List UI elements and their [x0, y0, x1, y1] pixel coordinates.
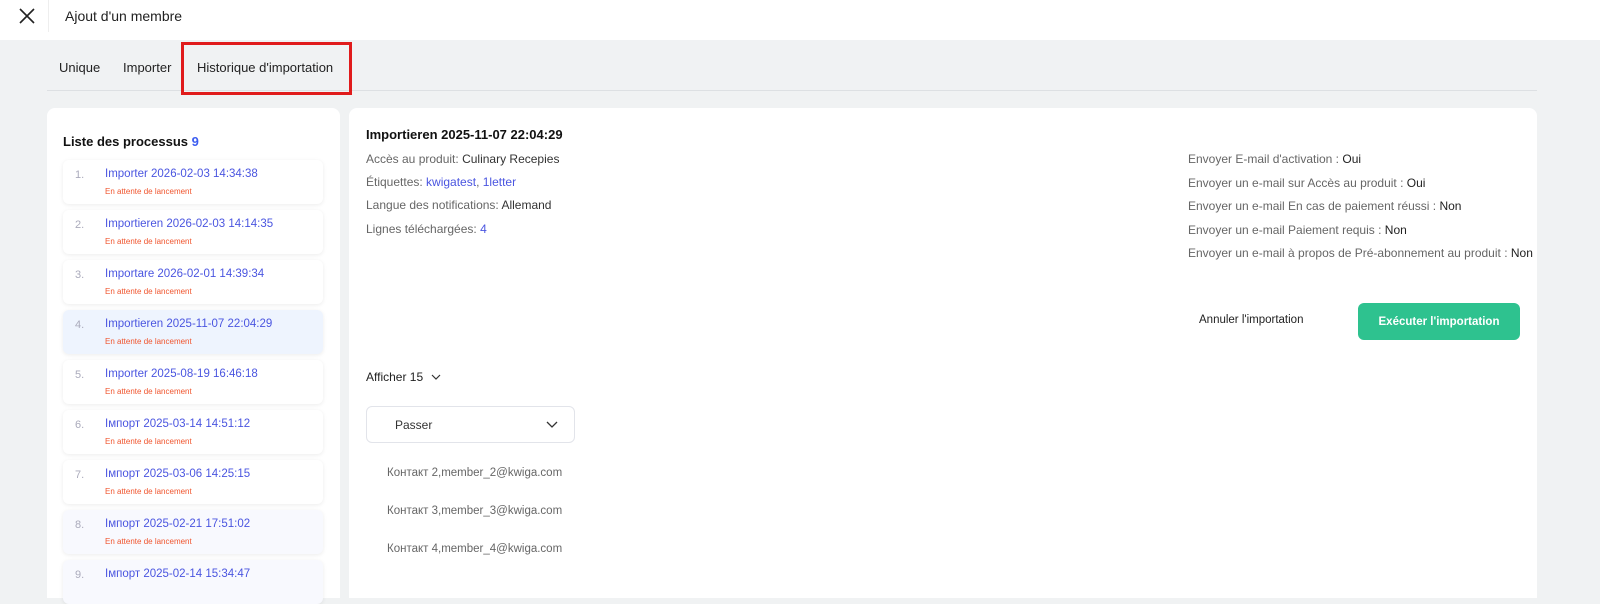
item-number: 9. [75, 569, 85, 581]
item-number: 6. [75, 419, 85, 431]
email-setting: Envoyer un e-mail à propos de Pré-abonne… [1188, 246, 1533, 260]
item-number: 5. [75, 369, 85, 381]
process-item[interactable]: 2. Importieren 2026-02-03 14:14:35 En atte… [63, 210, 323, 254]
per-page-label: Afficher 15 [366, 370, 424, 384]
select-value: Passer [395, 418, 433, 432]
value: 4 [480, 222, 487, 236]
item-status: En attente de lancement [105, 187, 192, 196]
highlight-box [181, 42, 352, 95]
product-access: Accès au produit: Culinary Recepies [366, 152, 559, 166]
setting-value: Oui [1342, 152, 1362, 166]
tab-unique[interactable]: Unique [59, 60, 100, 75]
process-item[interactable]: 6. Імпорт 2025-03-14 14:51:12 En attente d… [63, 410, 323, 454]
item-status: En attente de lancement [105, 287, 192, 296]
item-number: 4. [75, 319, 85, 331]
process-list-title: Liste des processus 9 [63, 134, 199, 149]
item-name: Імпорт 2025-02-14 15:34:47 [105, 568, 251, 580]
process-list-label: Liste des processus [63, 134, 188, 149]
import-detail-panel: Importieren 2025-11-07 22:04:29 Accès au… [349, 108, 1537, 598]
import-title: Importieren 2025-11-07 22:04:29 [366, 127, 563, 142]
label: Langue des notifications: [366, 198, 499, 212]
action-select[interactable]: Passer [366, 406, 575, 443]
item-number: 3. [75, 269, 85, 281]
setting-label: Envoyer un e-mail à propos de Pré-abonne… [1188, 246, 1508, 260]
setting-label: Envoyer un e-mail En cas de paiement réu… [1188, 199, 1437, 213]
process-item[interactable]: 8. Імпорт 2025-02-21 17:51:02 En attente d… [63, 510, 323, 554]
item-status: En attente de lancement [105, 487, 192, 496]
process-list-panel: Liste des processus 9 1. Importer 2026-02… [47, 108, 340, 604]
close-icon[interactable] [17, 6, 37, 26]
tag-link[interactable]: 1letter [483, 175, 516, 189]
label: Étiquettes: [366, 175, 423, 189]
page-title: Ajout d'un membre [65, 8, 183, 24]
value: Culinary Recepies [462, 152, 560, 166]
item-name: Importare 2026-02-01 14:39:34 [105, 268, 265, 280]
chevron-down-icon [546, 421, 558, 428]
item-name: Importieren 2026-02-03 14:14:35 [105, 218, 274, 230]
per-page-select[interactable]: Afficher 15 [366, 370, 441, 384]
item-number: 1. [75, 169, 85, 181]
process-item[interactable]: 9. Імпорт 2025-02-14 15:34:47 [63, 560, 323, 604]
item-name: Імпорт 2025-02-21 17:51:02 [105, 518, 251, 530]
item-number: 8. [75, 519, 85, 531]
item-number: 2. [75, 219, 85, 231]
setting-value: Oui [1406, 175, 1426, 190]
item-name: Importieren 2025-11-07 22:04:29 [105, 318, 273, 330]
item-name: Importer 2026-02-03 14:34:38 [105, 168, 258, 180]
item-number: 7. [75, 469, 85, 481]
header: Ajout d'un membre [0, 0, 1600, 40]
item-name: Importer 2025-08-19 16:46:18 [105, 368, 258, 380]
process-item[interactable]: 7. Імпорт 2025-03-06 14:25:15 En attente d… [63, 460, 323, 504]
item-status: En attente de lancement [105, 537, 192, 546]
setting-value: Non [1384, 222, 1407, 237]
contact-row: Контакт 4,member_4@kwiga.com,3 [387, 543, 562, 555]
item-status: En attente de lancement [105, 437, 192, 446]
setting-label: Envoyer un e-mail Paiement requis : [1188, 222, 1382, 237]
process-count: 9 [191, 134, 199, 149]
divider [48, 0, 49, 32]
item-status: En attente de lancement [105, 387, 192, 396]
contact-row: Контакт 3,member_3@kwiga.com,3 [387, 505, 562, 517]
process-item[interactable]: 3. Importare 2026-02-01 14:39:34 En attent… [63, 260, 323, 304]
uploaded-rows: Lignes téléchargées: 4 [366, 222, 487, 236]
setting-label: Envoyer E-mail d'activation : [1188, 152, 1340, 166]
tag-link[interactable]: kwigatest [426, 175, 476, 189]
notification-language: Langue des notifications: Allemand [366, 198, 551, 212]
email-setting: Envoyer un e-mail Paiement requis : Non [1188, 223, 1407, 237]
item-name: Імпорт 2025-03-14 14:51:12 [105, 418, 251, 430]
item-name: Імпорт 2025-03-06 14:25:15 [105, 468, 251, 480]
setting-label: Envoyer un e-mail sur Accès au produit : [1188, 175, 1404, 190]
email-setting: Envoyer un e-mail En cas de paiement réu… [1188, 199, 1461, 213]
label: Accès au produit: [366, 152, 459, 166]
process-item[interactable]: 1. Importer 2026-02-03 14:34:38 En attente… [63, 160, 323, 204]
tags: Étiquettes: kwigatest, 1letter [366, 175, 517, 189]
process-item[interactable]: 4. Importieren 2025-11-07 22:04:29 En atte… [63, 310, 323, 354]
contact-row: Контакт 2,member_2@kwiga.com,3 [387, 467, 562, 479]
chevron-down-icon [431, 374, 440, 380]
value: Allemand [501, 198, 552, 212]
cancel-import-button[interactable]: Annuler l'importation [1199, 314, 1303, 326]
execute-import-button[interactable]: Exécuter l'importation [1358, 303, 1520, 340]
setting-value: Non [1439, 199, 1462, 213]
tab-importer[interactable]: Importer [123, 60, 171, 75]
process-item[interactable]: 5. Importer 2025-08-19 16:46:18 En attente… [63, 360, 323, 404]
item-status: En attente de lancement [105, 337, 192, 346]
item-status: En attente de lancement [105, 237, 192, 246]
label: Lignes téléchargées: [366, 222, 477, 236]
setting-value: Non [1510, 246, 1533, 260]
email-setting: Envoyer un e-mail sur Accès au produit :… [1188, 176, 1425, 190]
email-setting: Envoyer E-mail d'activation : Oui [1188, 152, 1361, 166]
